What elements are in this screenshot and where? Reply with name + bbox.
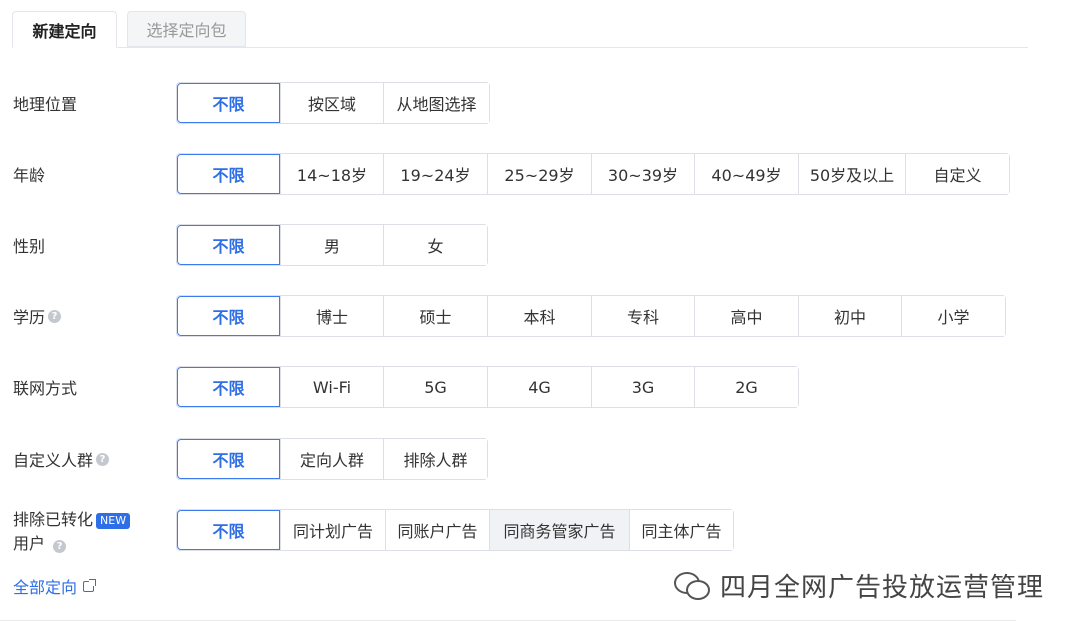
option-geo-unlimited[interactable]: 不限: [177, 83, 280, 123]
option-geo-map[interactable]: 从地图选择: [383, 83, 489, 123]
row-exclude-converted: 不限 同计划广告 同账户广告 同商务管家广告 同主体广告: [0, 509, 1080, 551]
option-network-2g[interactable]: 2G: [694, 367, 798, 407]
option-age-14-18[interactable]: 14~18岁: [280, 154, 383, 194]
watermark: 四月全网广告投放运营管理: [672, 565, 1044, 605]
all-targeting-text: 全部定向: [13, 578, 78, 597]
tab-divider: [12, 47, 1028, 48]
option-gender-female[interactable]: 女: [383, 225, 487, 265]
row-label-geo: 地理位置: [13, 95, 78, 114]
option-exclude-same-account[interactable]: 同账户广告: [385, 510, 489, 550]
row-network: 联网方式 不限 Wi-Fi 5G 4G 3G 2G: [0, 366, 1080, 408]
row-audience: 自定义人群 ? 不限 定向人群 排除人群: [0, 438, 1080, 480]
option-group-education: 不限 博士 硕士 本科 专科 高中 初中 小学: [176, 295, 1006, 337]
option-group-age: 不限 14~18岁 19~24岁 25~29岁 30~39岁 40~49岁 50…: [176, 153, 1010, 195]
option-education-primary[interactable]: 小学: [901, 296, 1005, 336]
education-label-text: 学历: [13, 308, 46, 327]
option-education-bachelor[interactable]: 本科: [487, 296, 591, 336]
option-age-unlimited[interactable]: 不限: [177, 154, 280, 194]
tab-new-targeting[interactable]: 新建定向: [12, 11, 117, 48]
option-gender-male[interactable]: 男: [280, 225, 383, 265]
audience-label-text: 自定义人群: [13, 451, 94, 470]
option-exclude-unlimited[interactable]: 不限: [177, 510, 280, 550]
option-group-gender: 不限 男 女: [176, 224, 488, 266]
row-label-audience: 自定义人群 ?: [13, 438, 110, 480]
option-geo-region[interactable]: 按区域: [280, 83, 383, 123]
row-gender: 性别 不限 男 女: [0, 224, 1080, 266]
option-audience-exclude[interactable]: 排除人群: [383, 439, 487, 479]
option-age-40-49[interactable]: 40~49岁: [694, 154, 798, 194]
option-education-college[interactable]: 专科: [591, 296, 694, 336]
option-network-unlimited[interactable]: 不限: [177, 367, 280, 407]
option-group-audience: 不限 定向人群 排除人群: [176, 438, 488, 480]
option-age-25-29[interactable]: 25~29岁: [487, 154, 591, 194]
help-icon[interactable]: ?: [96, 452, 110, 466]
option-exclude-same-entity[interactable]: 同主体广告: [629, 510, 733, 550]
all-targeting-link[interactable]: 全部定向: [13, 575, 97, 597]
option-age-custom[interactable]: 自定义: [905, 154, 1009, 194]
row-label-education: 学历 ?: [13, 295, 62, 337]
row-age: 年龄 不限 14~18岁 19~24岁 25~29岁 30~39岁 40~49岁…: [0, 153, 1080, 195]
watermark-text: 四月全网广告投放运营管理: [720, 572, 1045, 603]
option-group-geo: 不限 按区域 从地图选择: [176, 82, 490, 124]
option-exclude-same-business-manager[interactable]: 同商务管家广告: [489, 510, 629, 550]
option-network-4g[interactable]: 4G: [487, 367, 591, 407]
option-education-middleschool[interactable]: 初中: [798, 296, 901, 336]
option-network-wifi[interactable]: Wi-Fi: [280, 367, 383, 407]
row-education: 学历 ? 不限 博士 硕士 本科 专科 高中 初中 小学: [0, 295, 1080, 337]
option-group-network: 不限 Wi-Fi 5G 4G 3G 2G: [176, 366, 799, 408]
row-label-gender: 性别: [13, 237, 46, 256]
tab-bar: 新建定向 选择定向包: [12, 11, 1028, 49]
option-audience-unlimited[interactable]: 不限: [177, 439, 280, 479]
option-group-exclude: 不限 同计划广告 同账户广告 同商务管家广告 同主体广告: [176, 509, 734, 551]
targeting-panel: 新建定向 选择定向包 地理位置 不限 按区域 从地图选择 年龄 不限 14~18…: [0, 0, 1080, 631]
row-label-network: 联网方式: [13, 379, 78, 398]
bottom-divider: [0, 620, 1016, 621]
option-education-highschool[interactable]: 高中: [694, 296, 798, 336]
wechat-icon: [672, 570, 712, 600]
option-audience-target[interactable]: 定向人群: [280, 439, 383, 479]
option-education-master[interactable]: 硕士: [383, 296, 487, 336]
tab-select-package[interactable]: 选择定向包: [127, 11, 246, 47]
option-age-19-24[interactable]: 19~24岁: [383, 154, 487, 194]
help-icon[interactable]: ?: [48, 309, 62, 323]
row-geo: 地理位置 不限 按区域 从地图选择: [0, 82, 1080, 124]
option-education-phd[interactable]: 博士: [280, 296, 383, 336]
option-age-30-39[interactable]: 30~39岁: [591, 154, 694, 194]
option-age-50-plus[interactable]: 50岁及以上: [798, 154, 905, 194]
option-gender-unlimited[interactable]: 不限: [177, 225, 280, 265]
row-label-age: 年龄: [13, 166, 46, 185]
option-network-5g[interactable]: 5G: [383, 367, 487, 407]
option-exclude-same-plan[interactable]: 同计划广告: [280, 510, 385, 550]
external-link-icon: [83, 578, 97, 592]
option-education-unlimited[interactable]: 不限: [177, 296, 280, 336]
option-network-3g[interactable]: 3G: [591, 367, 694, 407]
